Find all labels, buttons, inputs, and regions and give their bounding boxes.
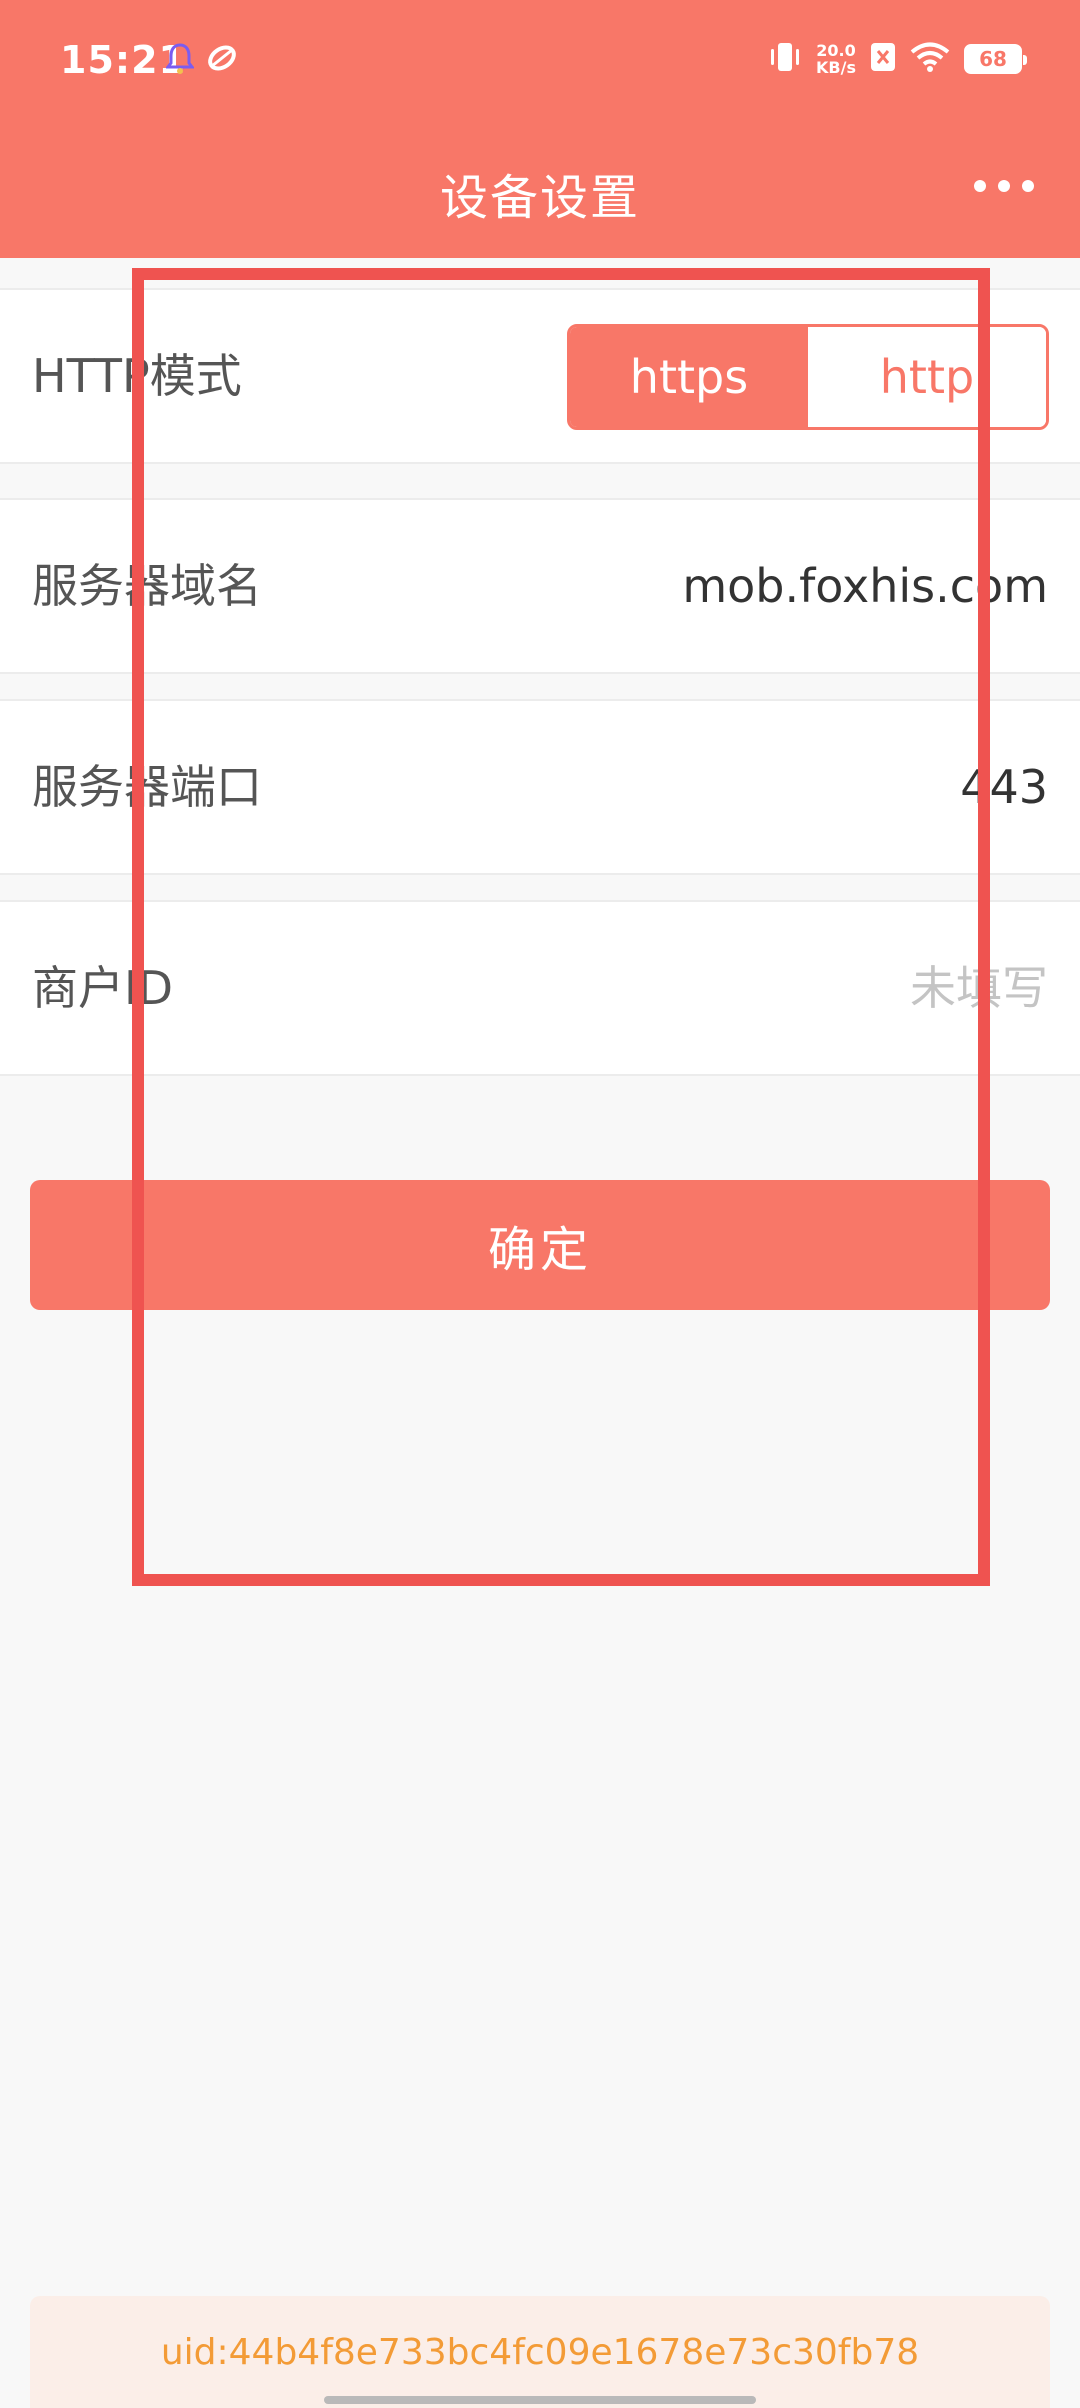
uid-bar: uid:44b4f8e733bc4fc09e1678e73c30fb78 bbox=[30, 2296, 1050, 2408]
wifi-icon bbox=[910, 41, 950, 77]
vibrate-icon bbox=[768, 40, 802, 78]
battery-icon: 68 bbox=[964, 44, 1027, 74]
sim-disabled-icon bbox=[870, 42, 896, 76]
status-bar: 15:21 20.0 KB/s 68 bbox=[0, 0, 1080, 130]
http-mode-row: HTTP模式 https http bbox=[0, 288, 1080, 464]
more-dot bbox=[1022, 180, 1034, 192]
merchant-id-row[interactable]: 商户ID 未填写 bbox=[0, 900, 1080, 1076]
more-button[interactable] bbox=[974, 166, 1034, 206]
home-indicator[interactable] bbox=[324, 2396, 756, 2404]
net-speed-indicator: 20.0 KB/s bbox=[816, 42, 856, 76]
more-dots-icon bbox=[974, 180, 986, 192]
server-port-value[interactable]: 443 bbox=[960, 701, 1048, 873]
server-domain-value[interactable]: mob.foxhis.com bbox=[682, 500, 1048, 672]
notification-bell-icon bbox=[165, 42, 195, 80]
nav-bar: 设备设置 bbox=[0, 130, 1080, 258]
battery-level: 68 bbox=[979, 47, 1007, 71]
status-left-icons bbox=[165, 42, 238, 80]
merchant-id-label: 商户ID bbox=[32, 961, 173, 1015]
net-speed-unit: KB/s bbox=[816, 58, 856, 77]
server-domain-label: 服务器域名 bbox=[32, 559, 262, 613]
server-domain-row[interactable]: 服务器域名 mob.foxhis.com bbox=[0, 498, 1080, 674]
confirm-button[interactable]: 确定 bbox=[30, 1180, 1050, 1310]
uid-text: uid:44b4f8e733bc4fc09e1678e73c30fb78 bbox=[160, 2331, 920, 2373]
merchant-id-field[interactable]: 未填写 bbox=[910, 902, 1048, 1074]
server-port-row[interactable]: 服务器端口 443 bbox=[0, 699, 1080, 875]
app-logo-icon bbox=[206, 42, 238, 80]
http-option[interactable]: http bbox=[808, 327, 1046, 427]
https-option[interactable]: https bbox=[570, 327, 808, 427]
http-mode-label: HTTP模式 bbox=[32, 349, 242, 403]
net-speed-value: 20.0 bbox=[816, 41, 856, 60]
status-right-icons: 20.0 KB/s 68 bbox=[768, 40, 1027, 78]
server-port-label: 服务器端口 bbox=[32, 760, 262, 814]
more-dot bbox=[998, 180, 1010, 192]
http-mode-segmented-control[interactable]: https http bbox=[567, 324, 1049, 430]
device-settings-screen: 15:21 20.0 KB/s 68 设备设置 HTTP模式 https htt… bbox=[0, 0, 1080, 2408]
page-title: 设备设置 bbox=[439, 170, 640, 226]
app-header: 15:21 20.0 KB/s 68 设备设置 bbox=[0, 0, 1080, 258]
